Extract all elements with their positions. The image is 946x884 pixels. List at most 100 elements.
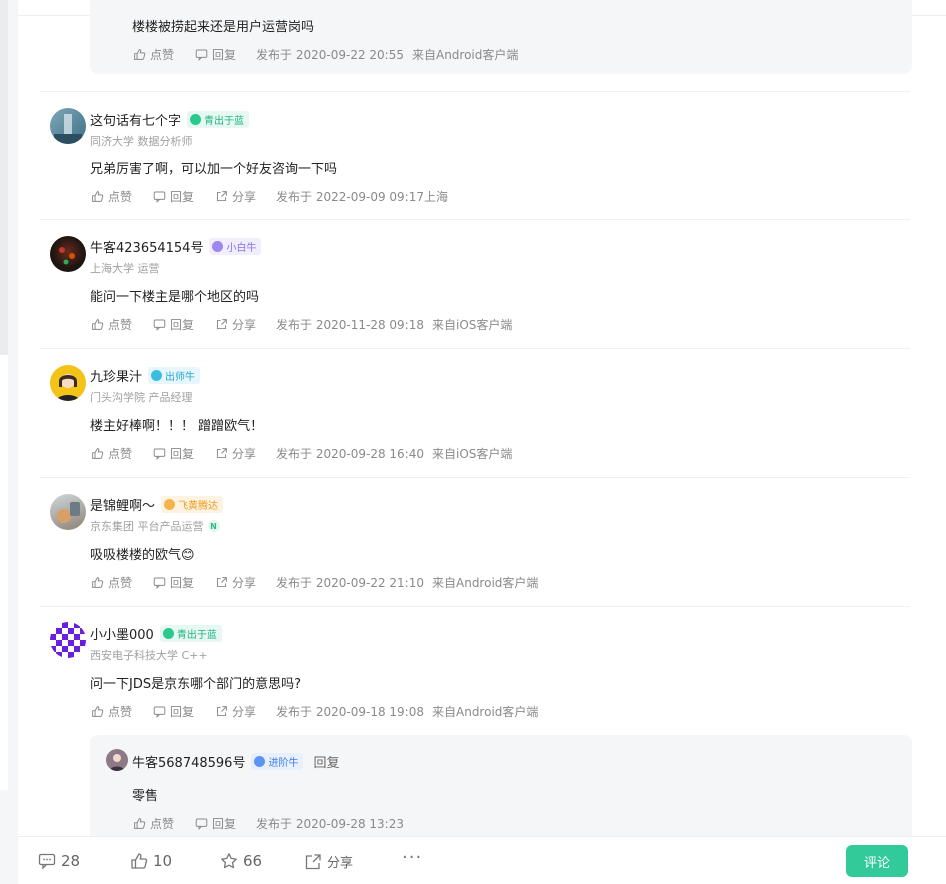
level-badge: 青出于蓝: [159, 625, 222, 642]
share-icon: [214, 576, 228, 590]
like-post-button[interactable]: 10: [130, 852, 172, 870]
reply-text: 零售: [132, 789, 159, 804]
username-text[interactable]: 这句话有七个字: [90, 110, 181, 129]
username[interactable]: 小小墨000 青出于蓝: [90, 624, 222, 643]
share-button[interactable]: 分享: [214, 445, 256, 462]
reply-button[interactable]: 回复: [152, 445, 194, 462]
stars-count: 66: [243, 852, 263, 870]
reply-label: 回复: [170, 705, 195, 719]
comment-actions: 点赞 回复 分享 发布于 2020-09-28 16:40 来自iOS客户端: [90, 445, 520, 462]
chat-icon: [194, 48, 208, 62]
username-text[interactable]: 牛客568748596号: [132, 752, 245, 771]
avatar[interactable]: [50, 236, 86, 272]
reply-text: 楼楼被捞起来还是用户运营岗吗: [132, 20, 315, 35]
avatar[interactable]: [106, 749, 128, 771]
reply-button[interactable]: 回复: [152, 703, 194, 720]
like-button[interactable]: 点赞: [90, 703, 132, 720]
comment-actions: 点赞 回复 分享 发布于 2022-09-09 09:17 上海: [90, 188, 456, 205]
like-label: 点赞: [108, 576, 133, 590]
username[interactable]: 是锦鲤啊～ 飞黄腾达: [90, 495, 224, 514]
badge-label: 小白牛: [226, 243, 257, 254]
chat-icon: [152, 447, 166, 461]
reply-username[interactable]: 牛客568748596号 进阶牛 回复: [132, 752, 339, 771]
avatar[interactable]: [50, 622, 86, 658]
user-school-role-text: 京东集团 平台产品运营: [90, 520, 204, 533]
publish-time: 发布于 2022-09-09 09:17: [276, 190, 424, 204]
publish-time: 发布于 2020-09-22 20:55: [256, 48, 404, 62]
like-label: 点赞: [108, 190, 133, 204]
like-button[interactable]: 点赞: [132, 46, 174, 63]
publish-time: 发布于 2020-09-22 21:10: [276, 576, 424, 590]
share-label: 分享: [232, 447, 257, 461]
like-button[interactable]: 点赞: [90, 574, 132, 591]
username-text[interactable]: 九珍果汁: [90, 366, 142, 385]
thumbs-up-icon: [132, 48, 146, 62]
thumbs-up-icon: [90, 318, 104, 332]
like-button[interactable]: 点赞: [90, 316, 132, 333]
comment-button[interactable]: 评论: [846, 845, 908, 877]
reply-button[interactable]: 回复: [194, 815, 236, 832]
like-label: 点赞: [108, 447, 133, 461]
chat-icon: [152, 576, 166, 590]
username-text[interactable]: 小小墨000: [90, 624, 154, 643]
reply-actions: 点赞 回复 发布于 2020-09-28 13:23: [132, 815, 412, 832]
publish-time: 发布于 2020-09-18 19:08: [276, 705, 424, 719]
user-school-role: 同济大学 数据分析师: [90, 135, 193, 148]
share-label: 分享: [232, 190, 257, 204]
share-button[interactable]: 分享: [214, 574, 256, 591]
username[interactable]: 九珍果汁 出师牛: [90, 366, 201, 385]
bottom-action-bar: 28 10 66 分享 ··· 评论: [18, 836, 946, 884]
like-button[interactable]: 点赞: [90, 445, 132, 462]
like-label: 点赞: [108, 705, 133, 719]
reply-label: 回复: [170, 576, 195, 590]
share-button[interactable]: 分享: [214, 316, 256, 333]
level-badge: 出师牛: [148, 367, 201, 384]
badge-label: 飞黄腾达: [178, 501, 219, 512]
badge-label: 青出于蓝: [204, 116, 245, 127]
like-button[interactable]: 点赞: [90, 188, 132, 205]
like-button[interactable]: 点赞: [132, 815, 174, 832]
badge-icon: [151, 370, 163, 381]
username[interactable]: 牛客423654154号 小白牛: [90, 237, 262, 256]
reply-label: 回复: [170, 447, 195, 461]
level-badge: 小白牛: [209, 238, 262, 255]
share-icon: [214, 705, 228, 719]
reply-button[interactable]: 回复: [152, 316, 194, 333]
reply-box: 楼楼被捞起来还是用户运营岗吗 点赞 回复 发布于 2020-09-22 20:5…: [90, 0, 912, 74]
comment-item: 九珍果汁 出师牛 门头沟学院 产品经理 楼主好棒啊！！！ 蹭蹭欧气！ 点赞 回复…: [40, 348, 910, 477]
username[interactable]: 这句话有七个字 青出于蓝: [90, 110, 250, 129]
username-text[interactable]: 是锦鲤啊～: [90, 495, 155, 514]
likes-count: 10: [153, 852, 173, 870]
reply-button[interactable]: 回复: [152, 574, 194, 591]
publish-time: 发布于 2020-11-28 09:18: [276, 318, 424, 332]
source: 来自Android客户端: [432, 705, 539, 719]
new-tag-icon: N: [207, 520, 220, 532]
avatar[interactable]: [50, 108, 86, 144]
share-label: 分享: [232, 576, 257, 590]
chat-icon: [152, 318, 166, 332]
user-school-role: 上海大学 运营: [90, 262, 160, 275]
comment-item: 是锦鲤啊～ 飞黄腾达 京东集团 平台产品运营 N 吸吸楼楼的欧气😊 点赞 回复 …: [40, 477, 910, 606]
thumbs-up-icon: [132, 817, 146, 831]
avatar[interactable]: [50, 365, 86, 401]
publish-time: 发布于 2020-09-28 13:23: [256, 817, 404, 831]
reply-label: 回复: [212, 817, 237, 831]
share-button[interactable]: 分享: [214, 188, 256, 205]
comments-count-button[interactable]: 28: [38, 852, 80, 870]
source: 来自iOS客户端: [432, 318, 513, 332]
favorite-button[interactable]: 66: [220, 852, 262, 870]
reply-button[interactable]: 回复: [152, 188, 194, 205]
avatar[interactable]: [50, 494, 86, 530]
comments-count: 28: [61, 852, 81, 870]
badge-icon: [212, 241, 224, 252]
more-options-button[interactable]: ···: [402, 847, 422, 868]
share-button[interactable]: 分享: [214, 703, 256, 720]
share-post-button[interactable]: 分享: [304, 852, 353, 871]
reply-button[interactable]: 回复: [194, 46, 236, 63]
badge-label: 进阶牛: [268, 758, 299, 769]
username-text[interactable]: 牛客423654154号: [90, 237, 203, 256]
badge-label: 出师牛: [165, 372, 196, 383]
source: 上海: [424, 190, 449, 204]
comment-actions: 点赞 回复 分享 发布于 2020-09-18 19:08 来自Android客…: [90, 703, 546, 720]
comment-item: 牛客423654154号 小白牛 上海大学 运营 能问一下楼主是哪个地区的吗 点…: [40, 219, 910, 348]
